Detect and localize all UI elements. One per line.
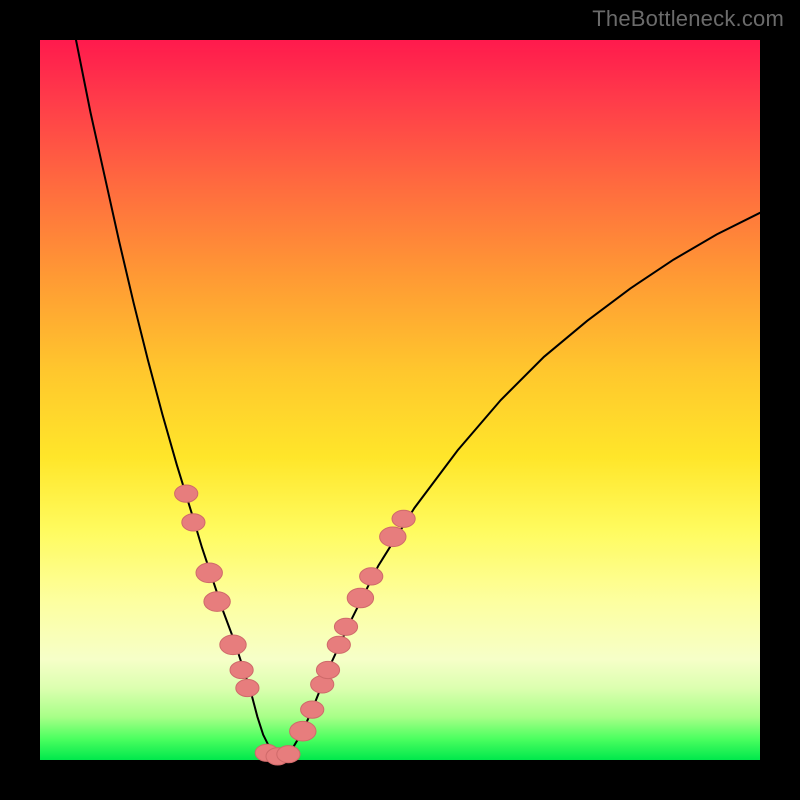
curve-marker xyxy=(220,635,246,655)
curve-marker xyxy=(290,721,316,741)
curve-marker xyxy=(204,592,230,612)
curve-marker xyxy=(347,588,373,608)
curve-marker xyxy=(360,568,383,585)
curve-marker xyxy=(175,485,198,502)
chart-svg xyxy=(40,40,760,760)
curve-marker xyxy=(380,527,406,547)
curve-marker xyxy=(182,514,205,531)
curve-marker xyxy=(327,636,350,653)
curve-marker xyxy=(230,661,253,678)
curve-marker xyxy=(316,661,339,678)
curve-marker xyxy=(277,746,300,763)
chart-plot-area xyxy=(40,40,760,760)
curve-markers xyxy=(175,485,416,765)
attribution-text: TheBottleneck.com xyxy=(592,6,784,32)
curve-marker xyxy=(392,510,415,527)
curve-marker xyxy=(236,679,259,696)
curve-marker xyxy=(196,563,222,583)
curve-marker xyxy=(334,618,357,635)
curve-marker xyxy=(301,701,324,718)
bottleneck-curve xyxy=(76,40,760,756)
